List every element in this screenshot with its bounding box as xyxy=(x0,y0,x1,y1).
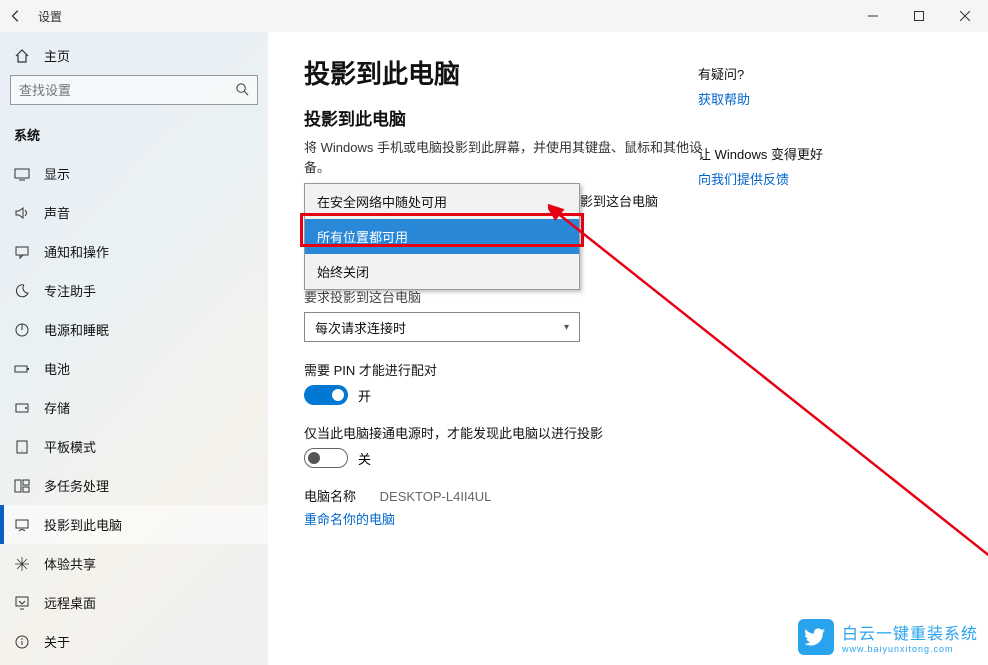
moon-icon xyxy=(14,283,30,299)
info-icon xyxy=(14,634,30,650)
pin-label: 需要 PIN 才能进行配对 xyxy=(304,360,952,379)
sidebar-item-label: 平板模式 xyxy=(44,437,96,456)
dropdown-option[interactable]: 在安全网络中随处可用 xyxy=(305,184,579,219)
sidebar-item-label: 电池 xyxy=(44,359,70,378)
feedback-link[interactable]: 向我们提供反馈 xyxy=(698,169,898,188)
pc-name-value: DESKTOP-L4II4UL xyxy=(380,489,492,504)
search-input[interactable] xyxy=(10,75,258,105)
sidebar-item-label: 关于 xyxy=(44,632,70,651)
tablet-icon xyxy=(14,439,30,455)
multitask-icon xyxy=(14,478,30,494)
help-title: 有疑问? xyxy=(698,64,898,83)
availability-dropdown-open[interactable]: 在安全网络中随处可用 所有位置都可用 始终关闭 xyxy=(304,183,580,290)
watermark-url: www.baiyunxitong.com xyxy=(842,644,978,654)
search-wrap xyxy=(10,75,258,105)
sidebar-item-power[interactable]: 电源和睡眠 xyxy=(0,310,268,349)
sidebar-item-label: 声音 xyxy=(44,203,70,222)
section-description: 将 Windows 手机或电脑投影到此屏幕，并使用其键盘、鼠标和其他设备。 xyxy=(304,138,724,177)
sidebar-item-projecting[interactable]: 投影到此电脑 xyxy=(0,505,268,544)
project-icon xyxy=(14,517,30,533)
battery-icon xyxy=(14,361,30,377)
maximize-icon xyxy=(914,11,924,21)
speaker-icon xyxy=(14,205,30,221)
sidebar-item-label: 通知和操作 xyxy=(44,242,109,261)
watermark-text: 白云一键重装系统 xyxy=(842,620,978,644)
main-content: 投影到此电脑 投影到此电脑 将 Windows 手机或电脑投影到此屏幕，并使用其… xyxy=(268,32,988,665)
message-icon xyxy=(14,244,30,260)
sidebar-item-battery[interactable]: 电池 xyxy=(0,349,268,388)
sidebar-home-label: 主页 xyxy=(44,46,70,65)
feedback-title: 让 Windows 变得更好 xyxy=(698,144,898,163)
dropdown-option-selected[interactable]: 所有位置都可用 xyxy=(305,219,579,254)
power-toggle-state: 关 xyxy=(358,449,371,468)
sidebar-item-label: 多任务处理 xyxy=(44,476,109,495)
right-panel: 有疑问? 获取帮助 让 Windows 变得更好 向我们提供反馈 xyxy=(698,64,898,224)
sidebar-item-tablet[interactable]: 平板模式 xyxy=(0,427,268,466)
search-icon xyxy=(235,82,250,97)
power-icon xyxy=(14,322,30,338)
rename-pc-link[interactable]: 重命名你的电脑 xyxy=(304,509,395,528)
sidebar-section-title: 系统 xyxy=(0,121,268,154)
sidebar-item-multitask[interactable]: 多任务处理 xyxy=(0,466,268,505)
watermark-logo xyxy=(798,619,834,655)
titlebar: 设置 xyxy=(0,0,988,32)
sidebar-item-remote[interactable]: 远程桌面 xyxy=(0,583,268,622)
close-button[interactable] xyxy=(942,0,988,32)
close-icon xyxy=(960,11,970,21)
minimize-button[interactable] xyxy=(850,0,896,32)
ask-select-value: 每次请求连接时 xyxy=(315,318,406,337)
sidebar-item-label: 显示 xyxy=(44,164,70,183)
label-behind-dropdown: 影到这台电脑 xyxy=(580,191,658,210)
sidebar: 主页 系统 显示 声音 通知和操作 专注助手 电源和睡眠 电池 存储 平板模式 … xyxy=(0,32,268,665)
sidebar-item-label: 专注助手 xyxy=(44,281,96,300)
share-icon xyxy=(14,556,30,572)
monitor-icon xyxy=(14,166,30,182)
sidebar-item-label: 存储 xyxy=(44,398,70,417)
minimize-icon xyxy=(868,11,878,21)
pin-toggle[interactable] xyxy=(304,385,348,405)
power-label: 仅当此电脑接通电源时，才能发现此电脑以进行投影 xyxy=(304,423,952,442)
pc-name-label: 电脑名称 xyxy=(304,489,356,504)
sidebar-item-shared[interactable]: 体验共享 xyxy=(0,544,268,583)
power-toggle[interactable] xyxy=(304,448,348,468)
window-title: 设置 xyxy=(32,8,62,25)
sidebar-item-label: 远程桌面 xyxy=(44,593,96,612)
bird-icon xyxy=(805,626,827,648)
sidebar-item-storage[interactable]: 存储 xyxy=(0,388,268,427)
sidebar-item-sound[interactable]: 声音 xyxy=(0,193,268,232)
pin-toggle-state: 开 xyxy=(358,386,371,405)
sidebar-item-label: 投影到此电脑 xyxy=(44,515,122,534)
sidebar-item-focus[interactable]: 专注助手 xyxy=(0,271,268,310)
maximize-button[interactable] xyxy=(896,0,942,32)
sidebar-home[interactable]: 主页 xyxy=(0,40,268,75)
sidebar-item-label: 体验共享 xyxy=(44,554,96,573)
ask-select[interactable]: 每次请求连接时 ▾ xyxy=(304,312,580,342)
sidebar-item-label: 电源和睡眠 xyxy=(44,320,109,339)
sidebar-item-display[interactable]: 显示 xyxy=(0,154,268,193)
home-icon xyxy=(14,48,30,64)
drive-icon xyxy=(14,400,30,416)
dropdown-option[interactable]: 始终关闭 xyxy=(305,254,579,289)
sidebar-item-about[interactable]: 关于 xyxy=(0,622,268,661)
remote-icon xyxy=(14,595,30,611)
back-button[interactable] xyxy=(0,9,32,23)
sidebar-item-notifications[interactable]: 通知和操作 xyxy=(0,232,268,271)
help-link[interactable]: 获取帮助 xyxy=(698,89,898,108)
chevron-down-icon: ▾ xyxy=(564,322,569,333)
watermark: 白云一键重装系统 www.baiyunxitong.com xyxy=(798,619,978,655)
arrow-left-icon xyxy=(9,9,23,23)
